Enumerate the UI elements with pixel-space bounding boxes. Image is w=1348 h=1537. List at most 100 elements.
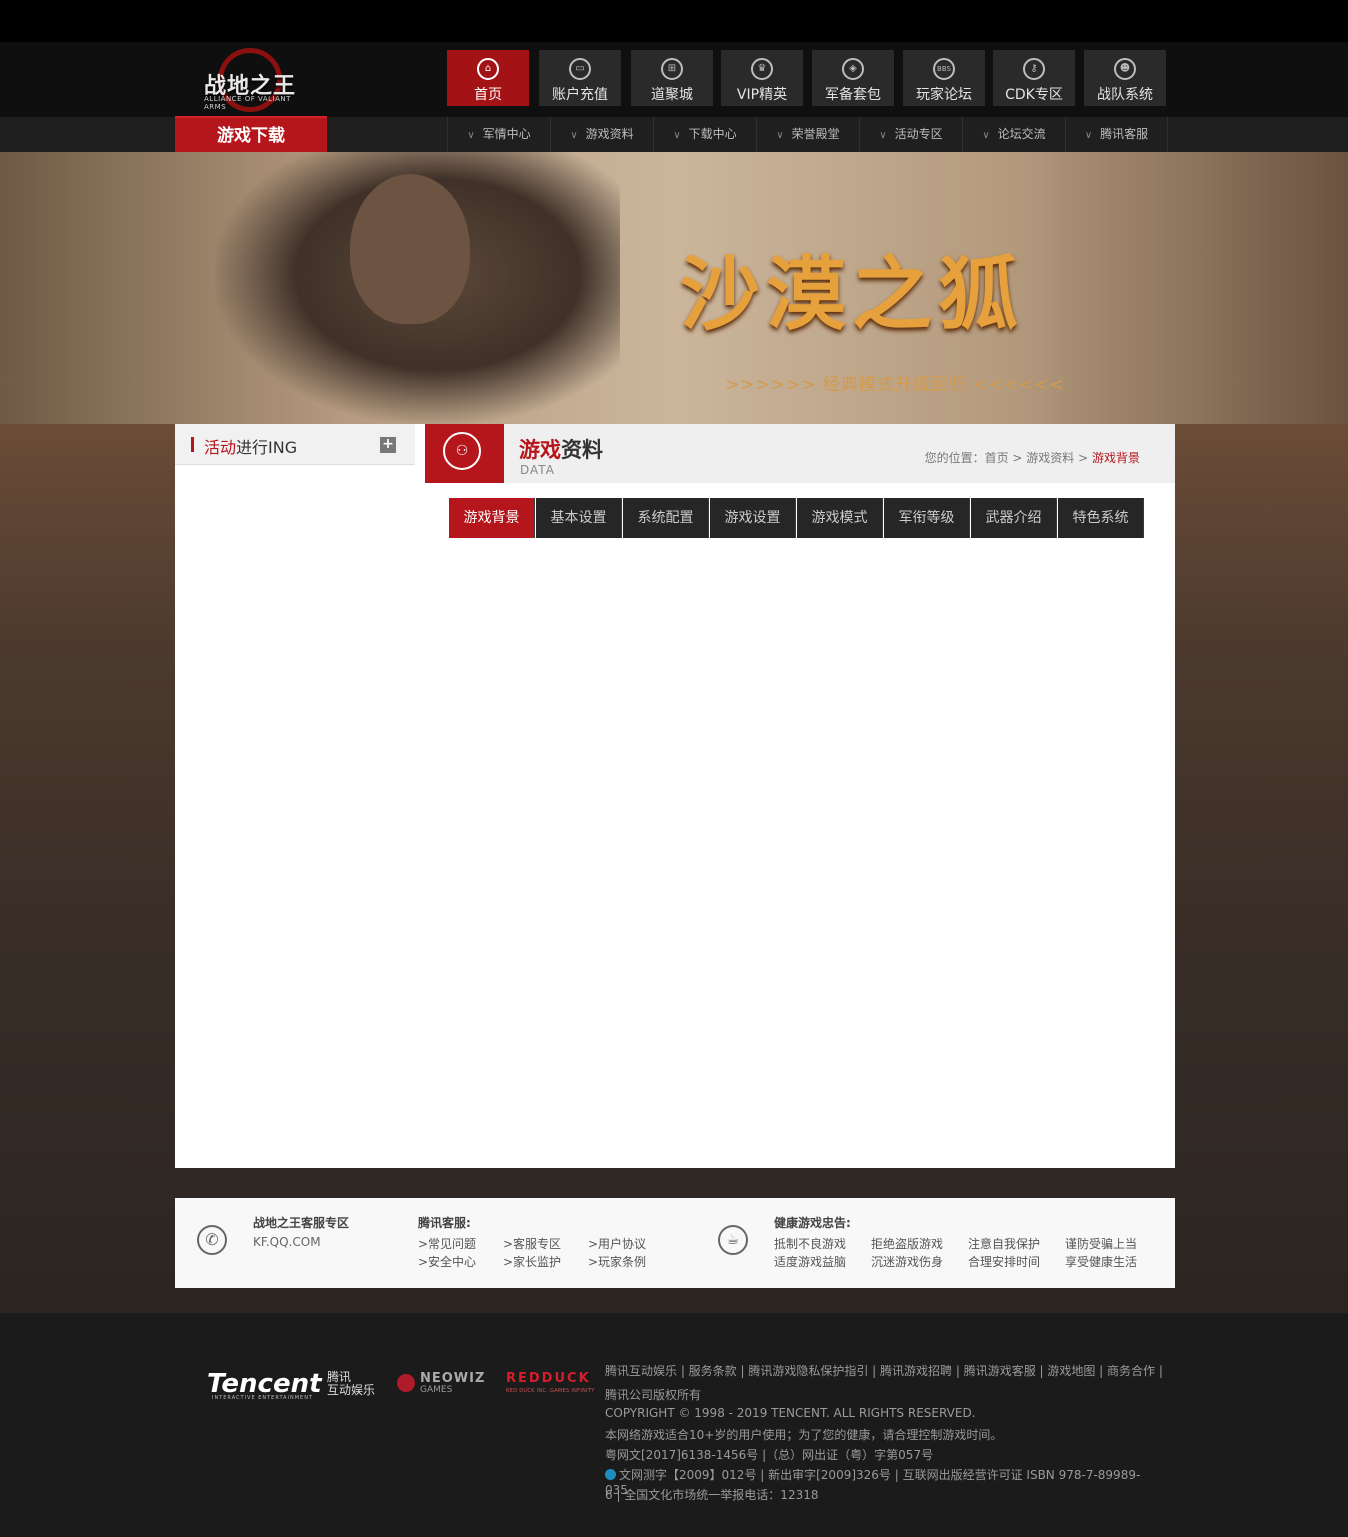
tab-game-modes[interactable]: 游戏模式 [797, 498, 883, 538]
sidebar-header: 活动进行ING + [175, 424, 415, 465]
tencent-logo-sub: INTERACTIVE ENTERTAINMENT [212, 1395, 314, 1401]
section-icon-box: ⚇ [425, 424, 504, 483]
tencent-service-title: 腾讯客服: [418, 1216, 471, 1230]
wallet-icon: ▭ [569, 58, 591, 80]
nav-label: VIP精英 [736, 87, 788, 103]
neowiz-logo-sub: GAMES [420, 1385, 453, 1395]
sidebar-accent-bar [191, 437, 194, 452]
service-zone-title[interactable]: 战地之王客服专区 [253, 1214, 349, 1231]
service-link[interactable]: >用户协议 [588, 1235, 646, 1252]
tab-game-background[interactable]: 游戏背景 [449, 498, 535, 538]
service-link[interactable]: >客服专区 [503, 1235, 561, 1252]
subnav-item[interactable]: ∨ 荣誉殿堂 [756, 117, 859, 152]
health-item: 注意自我保护 [968, 1237, 1041, 1251]
culture-license-icon [605, 1469, 616, 1480]
chevron-down-icon: ∨ [1084, 130, 1093, 141]
nav-team[interactable]: ☻ 战队系统 [1084, 50, 1166, 106]
redduck-logo[interactable]: REDDUCK [506, 1371, 591, 1386]
binoculars-icon: ⚇ [443, 432, 481, 470]
service-zone-url[interactable]: KF.QQ.COM [253, 1235, 321, 1249]
service-link[interactable]: >常见问题 [418, 1235, 476, 1252]
section-title: 游戏资料 [519, 438, 603, 462]
nav-daojucheng[interactable]: ⊞ 道聚城 [631, 50, 713, 106]
subnav-item[interactable]: ∨ 游戏资料 [550, 117, 653, 152]
breadcrumb-current: 游戏背景 [1091, 451, 1140, 465]
nav-label: CDK专区 [1005, 87, 1063, 103]
subnav-item[interactable]: ∨ 下载中心 [653, 117, 756, 152]
redduck-logo-sub: RED DUCK INC. GAMES INFINITY [506, 1388, 595, 1394]
section-subtitle: DATA [520, 463, 555, 477]
footer: Tencent INTERACTIVE ENTERTAINMENT 腾讯 互动娱乐… [0, 1313, 1348, 1537]
team-icon: ☻ [1114, 58, 1136, 80]
tab-rank-levels[interactable]: 军衔等级 [884, 498, 970, 538]
chevron-down-icon: ∨ [776, 130, 784, 141]
footer-age-notice: 本网络游戏适合10+岁的用户使用；为了您的健康，请合理控制游戏时间。 [605, 1428, 1003, 1442]
subnav-item[interactable]: ∨ 活动专区 [859, 117, 962, 152]
hero-title: 沙漠之狐 [680, 247, 1024, 341]
health-item: 拒绝盗版游戏 [871, 1237, 944, 1251]
health-title: 健康游戏忠告: [774, 1216, 851, 1230]
tab-system-config[interactable]: 系统配置 [623, 498, 709, 538]
nav-account-recharge[interactable]: ▭ 账户充值 [539, 50, 621, 106]
key-icon: ⚷ [1023, 58, 1045, 80]
home-icon: ⌂ [477, 58, 499, 80]
subnav-item[interactable]: ∨ 军情中心 [447, 117, 550, 152]
footer-copyright-en: COPYRIGHT © 1998 - 2019 TENCENT. ALL RIG… [605, 1406, 976, 1420]
nav-cdk[interactable]: ⚷ CDK专区 [993, 50, 1075, 106]
bbs-icon: BBS [933, 58, 955, 80]
health-item: 谨防受骗上当 [1065, 1237, 1138, 1251]
shield-icon: ◈ [842, 58, 864, 80]
game-download-button[interactable]: 游戏下载 [175, 116, 327, 153]
footer-links[interactable]: 腾讯互动娱乐 | 服务条款 | 腾讯游戏隐私保护指引 | 腾讯游戏招聘 | 腾讯… [605, 1361, 1165, 1381]
tab-basic-settings[interactable]: 基本设置 [536, 498, 622, 538]
nav-label: 战队系统 [1097, 87, 1153, 103]
tab-game-settings[interactable]: 游戏设置 [710, 498, 796, 538]
medal-icon: ♛ [751, 58, 773, 80]
health-item: 抵制不良游戏 [774, 1237, 847, 1251]
subnav-item[interactable]: ∨ 论坛交流 [962, 117, 1065, 152]
footer-license-3: 6 | 全国文化市场统一举报电话：12318 [605, 1488, 819, 1502]
cart-icon: ⊞ [661, 58, 683, 80]
nav-label: 账户充值 [552, 87, 608, 103]
health-item: 享受健康生活 [1065, 1255, 1138, 1269]
nav-forum[interactable]: BBS 玩家论坛 [903, 50, 985, 106]
footer-license-1: 粤网文[2017]6138-1456号 |（总）网出证（粤）字第057号 [605, 1448, 934, 1462]
cup-icon: ☕ [718, 1225, 748, 1255]
chevron-down-icon: ∨ [570, 130, 578, 141]
tab-features[interactable]: 特色系统 [1058, 498, 1144, 538]
chevron-down-icon: ∨ [467, 130, 475, 141]
top-black-bar [0, 0, 1348, 42]
health-item: 适度游戏益脑 [774, 1255, 847, 1269]
nav-label: 军备套包 [825, 87, 881, 103]
section-header: ⚇ 游戏资料 DATA 您的位置：首页 > 游戏资料 > 游戏背景 [425, 424, 1175, 483]
chevron-down-icon: ∨ [982, 130, 990, 141]
neowiz-logo-mark [397, 1374, 415, 1392]
health-item: 沉迷游戏伤身 [871, 1255, 944, 1269]
site-logo[interactable]: 战地之王 ALLIANCE OF VALIANT ARMS [188, 48, 312, 112]
service-link[interactable]: >玩家条例 [588, 1253, 646, 1270]
subnav-item[interactable]: ∨ 腾讯客服 [1065, 117, 1168, 152]
main-content: 活动进行ING + ⚇ 游戏资料 DATA 您的位置：首页 > 游戏资料 > 游… [175, 424, 1175, 1168]
phone-icon: ✆ [197, 1225, 227, 1255]
chevron-down-icon: ∨ [673, 130, 681, 141]
nav-home[interactable]: ⌂ 首页 [447, 50, 529, 106]
service-bar: ✆ 战地之王客服专区 KF.QQ.COM 腾讯客服: >常见问题 >客服专区 >… [175, 1198, 1175, 1288]
tab-weapons[interactable]: 武器介绍 [971, 498, 1057, 538]
breadcrumb[interactable]: 您的位置：首页 > 游戏资料 > 游戏背景 [925, 449, 1140, 466]
nav-vip[interactable]: ♛ VIP精英 [721, 50, 803, 106]
hero-banner[interactable]: 沙漠之狐 >>>>>> 经典模式升级回归 <<<<<< [0, 152, 1348, 424]
expand-plus-icon[interactable]: + [380, 437, 396, 453]
nav-label: 道聚城 [651, 87, 693, 103]
service-link[interactable]: >家长监护 [503, 1253, 561, 1270]
nav-gear-pack[interactable]: ◈ 军备套包 [812, 50, 894, 106]
service-link[interactable]: >安全中心 [418, 1253, 476, 1270]
neowiz-logo[interactable]: NEOWIZ [420, 1371, 485, 1386]
footer-copyright-cn: 腾讯公司版权所有 [605, 1388, 702, 1402]
tencent-cn-logo: 腾讯 互动娱乐 [327, 1370, 376, 1397]
logo-subtext: ALLIANCE OF VALIANT ARMS [204, 95, 291, 111]
nav-label: 首页 [474, 87, 502, 103]
health-item: 合理安排时间 [968, 1255, 1041, 1269]
chevron-down-icon: ∨ [879, 130, 887, 141]
hero-subtitle: >>>>>> 经典模式升级回归 <<<<<< [725, 375, 1065, 395]
sidebar-title: 活动进行ING [204, 438, 298, 457]
